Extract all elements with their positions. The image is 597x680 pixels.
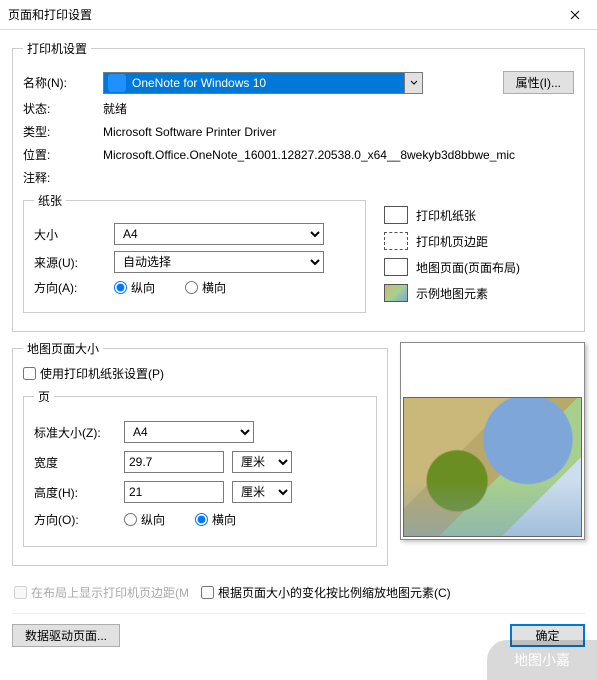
chevron-down-icon xyxy=(404,73,422,93)
printer-name-label: 名称(N): xyxy=(23,74,103,91)
paper-orient-landscape[interactable]: 横向 xyxy=(185,279,226,296)
legend-sample-elem: 示例地图元素 xyxy=(384,284,574,302)
page-orient-label: 方向(O): xyxy=(34,511,124,528)
page-legend: 页 xyxy=(34,388,54,405)
use-printer-checkbox[interactable] xyxy=(23,367,36,380)
page-preview xyxy=(400,342,585,540)
paper-source-label: 来源(U): xyxy=(34,254,114,271)
show-margin-check: 在布局上显示打印机页边距(M xyxy=(14,584,189,601)
std-size-select[interactable]: A4 xyxy=(124,421,254,443)
width-label: 宽度 xyxy=(34,454,124,471)
location-label: 位置: xyxy=(23,146,103,163)
titlebar: 页面和打印设置 xyxy=(0,0,597,30)
preview-area xyxy=(400,340,585,574)
page-group: 页 标准大小(Z): A4 宽度 厘米 高度(H): 厘米 方向(O): xyxy=(23,388,377,547)
paper-source-select[interactable]: 自动选择 xyxy=(114,251,324,273)
paper-orient-portrait[interactable]: 纵向 xyxy=(114,279,155,296)
scale-elements-check[interactable]: 根据页面大小的变化按比例缩放地图元素(C) xyxy=(201,584,451,601)
window-title: 页面和打印设置 xyxy=(8,6,92,23)
content: 打印机设置 名称(N): OneNote for Windows 10 属性(I… xyxy=(0,30,597,655)
width-unit-select[interactable]: 厘米 xyxy=(232,451,292,473)
legend-printer-paper: 打印机纸张 xyxy=(384,206,574,224)
legend-printer-margin: 打印机页边距 xyxy=(384,232,574,250)
properties-button[interactable]: 属性(I)... xyxy=(503,71,574,94)
swatch-map-page xyxy=(384,258,408,276)
legend-box: 打印机纸张 打印机页边距 地图页面(页面布局) 示例地图元素 xyxy=(384,192,574,321)
paper-group: 纸张 大小 A4 来源(U): 自动选择 方向(A): 纵向 横向 xyxy=(23,192,366,313)
scale-elements-checkbox[interactable] xyxy=(201,586,214,599)
show-margin-checkbox xyxy=(14,586,27,599)
paper-legend: 纸张 xyxy=(34,192,66,209)
height-unit-select[interactable]: 厘米 xyxy=(232,481,292,503)
use-printer-paper-check[interactable]: 使用打印机纸张设置(P) xyxy=(23,365,377,382)
preview-map xyxy=(403,397,582,537)
page-orient-portrait[interactable]: 纵向 xyxy=(124,511,165,528)
printer-name-combo[interactable]: OneNote for Windows 10 xyxy=(103,72,423,94)
height-input[interactable] xyxy=(124,481,224,503)
width-input[interactable] xyxy=(124,451,224,473)
preview-blank xyxy=(401,343,584,395)
status-value: 就绪 xyxy=(103,100,127,117)
mapsize-legend: 地图页面大小 xyxy=(23,340,103,357)
type-label: 类型: xyxy=(23,123,103,140)
paper-portrait-radio[interactable] xyxy=(114,281,127,294)
height-label: 高度(H): xyxy=(34,484,124,501)
std-size-label: 标准大小(Z): xyxy=(34,424,124,441)
type-value: Microsoft Software Printer Driver xyxy=(103,125,276,139)
paper-orient-label: 方向(A): xyxy=(34,279,114,296)
close-button[interactable] xyxy=(552,0,597,30)
swatch-printer-margin xyxy=(384,232,408,250)
paper-landscape-radio[interactable] xyxy=(185,281,198,294)
status-label: 状态: xyxy=(23,100,103,117)
page-portrait-radio[interactable] xyxy=(124,513,137,526)
paper-size-select[interactable]: A4 xyxy=(114,223,324,245)
data-driven-pages-button[interactable]: 数据驱动页面... xyxy=(12,624,120,647)
location-value: Microsoft.Office.OneNote_16001.12827.205… xyxy=(103,148,515,162)
close-icon xyxy=(570,10,580,20)
printer-legend: 打印机设置 xyxy=(23,40,91,57)
legend-map-page: 地图页面(页面布局) xyxy=(384,258,574,276)
page-landscape-radio[interactable] xyxy=(195,513,208,526)
ok-button[interactable]: 确定 xyxy=(510,624,585,647)
paper-size-label: 大小 xyxy=(34,226,114,243)
printer-name-value: OneNote for Windows 10 xyxy=(130,76,404,90)
page-orient-landscape[interactable]: 横向 xyxy=(195,511,236,528)
map-page-size-group: 地图页面大小 使用打印机纸张设置(P) 页 标准大小(Z): A4 宽度 厘米 … xyxy=(12,340,388,566)
swatch-sample-elem xyxy=(384,284,408,302)
printer-icon xyxy=(108,74,126,92)
swatch-printer-paper xyxy=(384,206,408,224)
printer-settings-group: 打印机设置 名称(N): OneNote for Windows 10 属性(I… xyxy=(12,40,585,332)
comment-label: 注释: xyxy=(23,169,103,186)
